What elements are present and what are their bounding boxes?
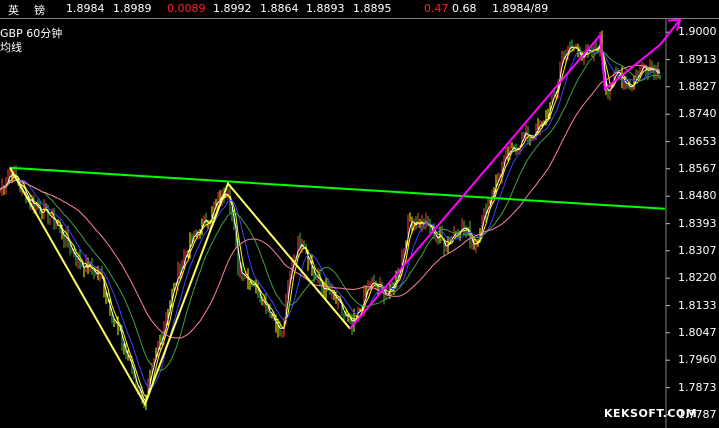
ticker-pct: 0.47 (424, 2, 449, 15)
chart-window: 英 镑 1.8984 1.8989 0.0089 1.8992 1.8864 1… (0, 0, 719, 428)
ticker-name-1: 英 (8, 4, 19, 17)
y-tick-label: 1.7960 (678, 353, 717, 367)
magenta-arrow-shaft (659, 18, 681, 46)
y-tick-label: 1.8913 (678, 52, 717, 66)
y-tick-label: 1.8047 (678, 325, 717, 339)
price-chart[interactable] (0, 18, 719, 428)
y-tick-label: 1.8567 (678, 161, 717, 175)
y-tick-label: 1.8307 (678, 243, 717, 257)
ticker-change: 0.0089 (167, 2, 206, 15)
y-tick-label: 1.7873 (678, 380, 717, 394)
ticker-name-2: 镑 (34, 4, 45, 17)
yellow-pattern-lines (9, 167, 351, 407)
y-tick-label: 1.8827 (678, 79, 717, 93)
y-tick-label: 1.8740 (678, 107, 717, 121)
green-trendline (9, 166, 666, 210)
chart-subtitle: 均线 (0, 41, 22, 54)
ticker-last: 1.8984 (66, 2, 105, 15)
ticker-amp: 0.68 (452, 2, 477, 15)
y-tick-label: 1.8653 (678, 134, 717, 148)
ticker-low: 1.8864 (260, 2, 299, 15)
ticker-open: 1.8992 (213, 2, 252, 15)
price-bars (0, 30, 661, 410)
ticker-high: 1.8895 (353, 2, 392, 15)
y-tick-label: 1.9000 (678, 25, 717, 39)
ticker-bid-ask: 1.8984/89 (492, 2, 549, 15)
ticker-ask: 1.8989 (113, 2, 152, 15)
moving-average-line (0, 49, 661, 389)
y-tick-label: 1.8480 (678, 189, 717, 203)
y-tick-label: 1.8393 (678, 216, 717, 230)
y-tick-label: 1.8133 (678, 298, 717, 312)
moving-average-line (0, 46, 661, 398)
ticker-prev: 1.8893 (306, 2, 345, 15)
watermark: KEKSOFT.COM (604, 407, 698, 420)
quote-ticker-bar: 英 镑 1.8984 1.8989 0.0089 1.8992 1.8864 1… (0, 0, 719, 19)
y-tick-label: 1.8220 (678, 271, 717, 285)
